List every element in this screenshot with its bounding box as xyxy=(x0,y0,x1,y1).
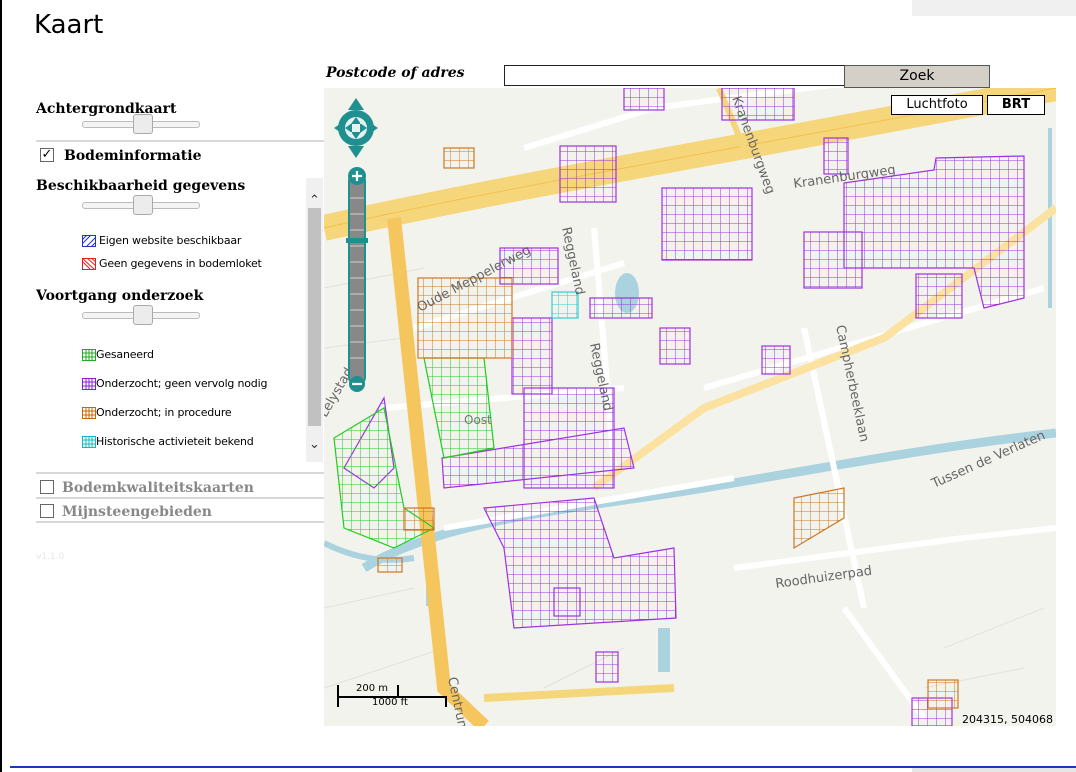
legend-item: Historische activieteit bekend xyxy=(82,435,254,448)
mijnsteen-label: Mijnsteengebieden xyxy=(62,504,212,520)
divider xyxy=(36,521,324,523)
search-button[interactable]: Zoek xyxy=(844,65,990,88)
layer-aerial-button[interactable]: Luchtfoto xyxy=(891,95,983,115)
scale-bar: 200 m 1000 ft xyxy=(336,683,448,709)
version-text: v1.1.0 xyxy=(36,552,65,562)
top-right-box xyxy=(912,0,1076,16)
scale-imperial-label: 1000 ft xyxy=(372,697,408,708)
bodeminformatie-checkbox[interactable]: ✓ xyxy=(40,148,54,162)
availability-slider-thumb[interactable] xyxy=(133,195,153,215)
legend-item: Eigen website beschikbaar xyxy=(82,234,241,247)
scale-metric-label: 200 m xyxy=(356,683,389,694)
grid-cyan-icon xyxy=(82,435,96,448)
district-label: Oost xyxy=(464,413,492,427)
scroll-up-icon[interactable]: ⌃ xyxy=(306,192,323,209)
map-nav-control[interactable] xyxy=(332,96,380,392)
grid-green-icon xyxy=(82,348,96,361)
availability-title: Beschikbaarheid gegevens xyxy=(36,178,246,194)
legend-label: Onderzocht; geen vervolg nodig xyxy=(96,377,268,390)
bodemkwaliteit-label: Bodemkwaliteitskaarten xyxy=(62,480,254,496)
progress-slider[interactable] xyxy=(82,305,200,325)
bodemkwaliteit-checkbox[interactable] xyxy=(40,480,54,494)
scrollbar-thumb[interactable] xyxy=(308,208,321,426)
legend-label: Historische activieteit bekend xyxy=(96,435,254,448)
search-input[interactable] xyxy=(504,65,848,86)
map-base: Kranenburgweg Kranenburgweg Oude Meppele… xyxy=(324,88,1056,726)
page-title: Kaart xyxy=(34,10,104,40)
hatch-blue-icon xyxy=(82,234,96,247)
legend-label: Geen gegevens in bodemloket xyxy=(99,257,262,270)
legend-label: Eigen website beschikbaar xyxy=(99,234,242,247)
grid-orange-icon xyxy=(82,406,96,419)
footer-right-box xyxy=(912,768,1076,772)
legend-item: Onderzocht; in procedure xyxy=(82,406,232,419)
divider xyxy=(36,140,324,142)
map-canvas[interactable]: Kranenburgweg Kranenburgweg Oude Meppele… xyxy=(324,88,1056,726)
legend-item: Onderzocht; geen vervolg nodig xyxy=(82,377,267,390)
divider xyxy=(36,497,324,499)
grid-purple-icon xyxy=(82,377,96,390)
background-map-title: Achtergrondkaart xyxy=(36,101,177,117)
background-map-slider[interactable] xyxy=(82,114,200,134)
layer-topo-button[interactable]: BRT xyxy=(987,95,1045,115)
scroll-down-icon[interactable]: ⌄ xyxy=(306,436,323,453)
legend-item: Gesaneerd xyxy=(82,348,154,361)
progress-slider-thumb[interactable] xyxy=(133,305,153,325)
mijnsteen-checkbox[interactable] xyxy=(40,504,54,518)
availability-slider[interactable] xyxy=(82,195,200,215)
legend-label: Gesaneerd xyxy=(96,348,154,361)
legend-item: Geen gegevens in bodemloket xyxy=(82,257,262,270)
zoom-level-thumb[interactable] xyxy=(346,238,368,243)
progress-title: Voortgang onderzoek xyxy=(36,288,204,304)
legend-label: Onderzocht; in procedure xyxy=(96,406,232,419)
search-label: Postcode of adres xyxy=(326,65,465,81)
pan-control[interactable] xyxy=(334,98,378,158)
street-label: Reggeland xyxy=(558,226,587,297)
divider xyxy=(36,472,324,474)
background-map-slider-thumb[interactable] xyxy=(133,114,153,134)
left-border xyxy=(0,0,2,772)
hatch-red-icon xyxy=(82,257,96,270)
coordinates-readout: 204315, 504068 xyxy=(962,713,1053,726)
bodeminformatie-label: Bodeminformatie xyxy=(64,148,202,164)
panel-scrollbar[interactable]: ⌃ ⌄ xyxy=(306,178,323,462)
